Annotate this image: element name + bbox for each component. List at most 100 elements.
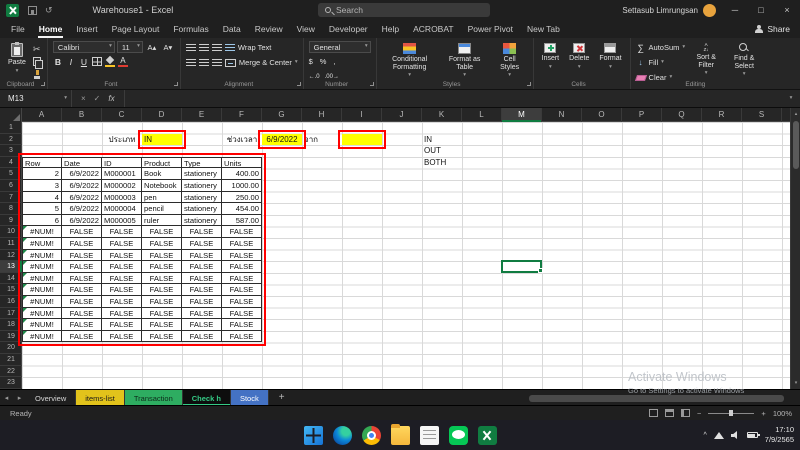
table-cell-B7[interactable]: 6/9/2022 [62, 192, 102, 204]
table-cell-D18[interactable]: FALSE [142, 319, 182, 331]
clipboard-dialog-launcher[interactable] [41, 82, 45, 86]
ribbon-tab-insert[interactable]: Insert [69, 20, 104, 38]
notepad-icon[interactable] [420, 426, 439, 445]
table-cell-A11[interactable]: #NUM! [22, 238, 62, 250]
fill-color-icon[interactable] [105, 57, 115, 67]
table-cell-B5[interactable]: 6/9/2022 [62, 168, 102, 180]
sheet-nav-left-icon[interactable] [0, 394, 13, 402]
wifi-icon[interactable] [714, 432, 724, 439]
table-cell-F6[interactable]: 1000.00 [222, 180, 262, 192]
taskbar-clock[interactable]: 17:10 7/9/2565 [765, 425, 794, 445]
maximize-button[interactable]: □ [748, 0, 774, 20]
titlebar-search[interactable]: Search [318, 3, 490, 17]
row-header-18[interactable]: 18 [0, 319, 22, 331]
row-header-8[interactable]: 8 [0, 203, 22, 215]
table-cell-D11[interactable]: FALSE [142, 238, 182, 250]
font-dialog-launcher[interactable] [174, 82, 178, 86]
ribbon-tab-review[interactable]: Review [248, 20, 290, 38]
delete-cells-button[interactable]: Delete [566, 41, 592, 72]
table-cell-B4[interactable]: Date [62, 157, 102, 169]
table-cell-F14[interactable]: FALSE [222, 273, 262, 285]
column-header-A[interactable]: A [22, 108, 62, 122]
conditional-formatting-button[interactable]: Conditional Formatting [382, 41, 438, 81]
undo-icon[interactable]: ↺ [45, 6, 53, 15]
bold-button[interactable]: B [53, 57, 63, 67]
scroll-up-icon[interactable] [791, 109, 800, 119]
table-cell-E13[interactable]: FALSE [182, 261, 222, 273]
table-cell-F18[interactable]: FALSE [222, 319, 262, 331]
name-box[interactable]: M13 [0, 90, 72, 107]
ribbon-tab-power-pivot[interactable]: Power Pivot [461, 20, 520, 38]
table-cell-E17[interactable]: FALSE [182, 308, 222, 320]
table-cell-C15[interactable]: FALSE [102, 284, 142, 296]
row-header-14[interactable]: 14 [0, 273, 22, 285]
table-cell-B18[interactable]: FALSE [62, 319, 102, 331]
table-cell-A7[interactable]: 4 [22, 192, 62, 204]
cancel-icon[interactable]: × [81, 94, 86, 103]
table-cell-A8[interactable]: 5 [22, 203, 62, 215]
table-cell-C13[interactable]: FALSE [102, 261, 142, 273]
cell-K3[interactable]: OUT [422, 145, 462, 157]
table-cell-E6[interactable]: stationery [182, 180, 222, 192]
row-header-9[interactable]: 9 [0, 215, 22, 227]
column-header-R[interactable]: R [702, 108, 742, 122]
share-button[interactable]: Share [755, 24, 790, 34]
table-cell-A9[interactable]: 6 [22, 215, 62, 227]
ribbon-tab-data[interactable]: Data [216, 20, 248, 38]
accounting-format-button[interactable]: $ [309, 57, 313, 66]
table-cell-B13[interactable]: FALSE [62, 261, 102, 273]
ribbon-tab-view[interactable]: View [290, 20, 322, 38]
table-cell-A16[interactable]: #NUM! [22, 296, 62, 308]
align-right-icon[interactable] [212, 59, 222, 67]
table-cell-C14[interactable]: FALSE [102, 273, 142, 285]
row-header-1[interactable]: 1 [0, 122, 22, 134]
italic-button[interactable]: I [66, 57, 76, 67]
table-cell-C6[interactable]: M000002 [102, 180, 142, 192]
page-layout-view-icon[interactable] [665, 409, 674, 417]
table-cell-B16[interactable]: FALSE [62, 296, 102, 308]
align-top-icon[interactable] [186, 44, 196, 52]
column-header-B[interactable]: B [62, 108, 102, 122]
zoom-slider-thumb[interactable] [729, 410, 733, 416]
row-header-23[interactable]: 23 [0, 377, 22, 389]
format-painter-icon[interactable] [33, 70, 42, 80]
column-header-F[interactable]: F [222, 108, 262, 122]
row-header-10[interactable]: 10 [0, 226, 22, 238]
formula-bar-expand-icon[interactable] [782, 90, 800, 107]
table-cell-C11[interactable]: FALSE [102, 238, 142, 250]
table-cell-F15[interactable]: FALSE [222, 284, 262, 296]
table-cell-B14[interactable]: FALSE [62, 273, 102, 285]
worksheet-grid[interactable]: ABCDEFGHIJKLMNOPQRS123456789101112131415… [0, 108, 790, 389]
row-header-21[interactable]: 21 [0, 354, 22, 366]
enter-icon[interactable]: ✓ [94, 94, 101, 103]
table-cell-F8[interactable]: 454.00 [222, 203, 262, 215]
table-cell-B15[interactable]: FALSE [62, 284, 102, 296]
column-header-N[interactable]: N [542, 108, 582, 122]
new-sheet-button[interactable]: + [275, 391, 289, 405]
table-cell-A5[interactable]: 2 [22, 168, 62, 180]
grow-font-icon[interactable] [145, 43, 159, 52]
table-cell-D16[interactable]: FALSE [142, 296, 182, 308]
insert-cells-button[interactable]: Insert [539, 41, 563, 72]
sheet-tab-items-list[interactable]: items-list [76, 390, 125, 406]
sheet-nav-right-icon[interactable] [13, 394, 26, 402]
table-cell-A18[interactable]: #NUM! [22, 319, 62, 331]
row-header-5[interactable]: 5 [0, 168, 22, 180]
table-cell-F19[interactable]: FALSE [222, 331, 262, 343]
column-header-E[interactable]: E [182, 108, 222, 122]
table-cell-D9[interactable]: ruler [142, 215, 182, 227]
underline-button[interactable]: U [79, 57, 89, 67]
table-cell-D8[interactable]: pencil [142, 203, 182, 215]
format-as-table-button[interactable]: Format as Table [442, 41, 488, 81]
table-cell-E4[interactable]: Type [182, 157, 222, 169]
chrome-icon[interactable] [362, 426, 381, 445]
ribbon-tab-developer[interactable]: Developer [322, 20, 375, 38]
table-cell-B9[interactable]: 6/9/2022 [62, 215, 102, 227]
table-cell-C7[interactable]: M000003 [102, 192, 142, 204]
ribbon-tab-page-layout[interactable]: Page Layout [105, 20, 167, 38]
table-cell-C4[interactable]: ID [102, 157, 142, 169]
formula-input[interactable] [125, 90, 782, 107]
tray-chevron-icon[interactable]: ^ [704, 432, 707, 439]
row-header-4[interactable]: 4 [0, 157, 22, 169]
table-cell-A12[interactable]: #NUM! [22, 250, 62, 262]
